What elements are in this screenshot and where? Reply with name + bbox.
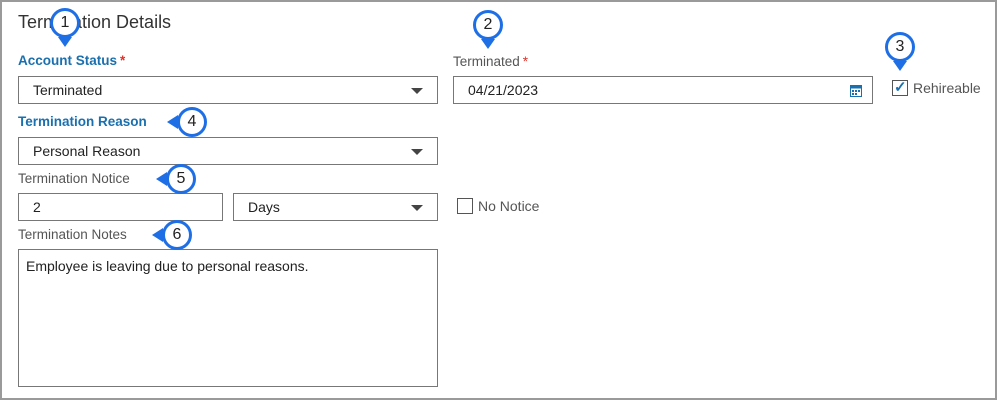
no-notice-checkbox[interactable]	[457, 198, 473, 214]
account-status-label: Account Status *	[18, 53, 126, 68]
termination-notice-label: Termination Notice	[18, 171, 130, 186]
termination-notes-text: Employee is leaving due to personal reas…	[26, 258, 309, 274]
notice-amount-input[interactable]: 2	[18, 193, 223, 221]
termination-reason-label: Termination Reason	[18, 114, 147, 129]
notice-amount-value: 2	[33, 199, 41, 215]
rehireable-label: Rehireable	[913, 80, 981, 96]
account-status-select[interactable]: Terminated	[18, 76, 438, 104]
checkmark-icon: ✓	[894, 79, 907, 96]
terminated-label: Terminated *	[453, 54, 529, 69]
termination-notes-label: Termination Notes	[18, 227, 127, 242]
termination-details-panel: Termination Details Account Status * Term…	[0, 0, 997, 400]
chevron-down-icon	[411, 149, 423, 155]
rehireable-checkbox[interactable]: ✓	[892, 79, 908, 96]
chevron-down-icon	[411, 205, 423, 211]
termination-reason-value: Personal Reason	[33, 143, 141, 159]
section-title: Termination Details	[18, 12, 172, 32]
terminated-date-input[interactable]: 04/21/2023	[453, 76, 873, 104]
account-status-value: Terminated	[33, 82, 103, 98]
notice-unit-select[interactable]: Days	[233, 193, 438, 221]
chevron-down-icon	[411, 88, 423, 94]
termination-notes-textarea[interactable]: Employee is leaving due to personal reas…	[18, 249, 438, 387]
calendar-icon[interactable]	[850, 84, 862, 100]
terminated-date-value: 04/21/2023	[468, 82, 539, 98]
termination-reason-select[interactable]: Personal Reason	[18, 137, 438, 165]
no-notice-label: No Notice	[478, 198, 540, 214]
notice-unit-value: Days	[248, 199, 280, 215]
